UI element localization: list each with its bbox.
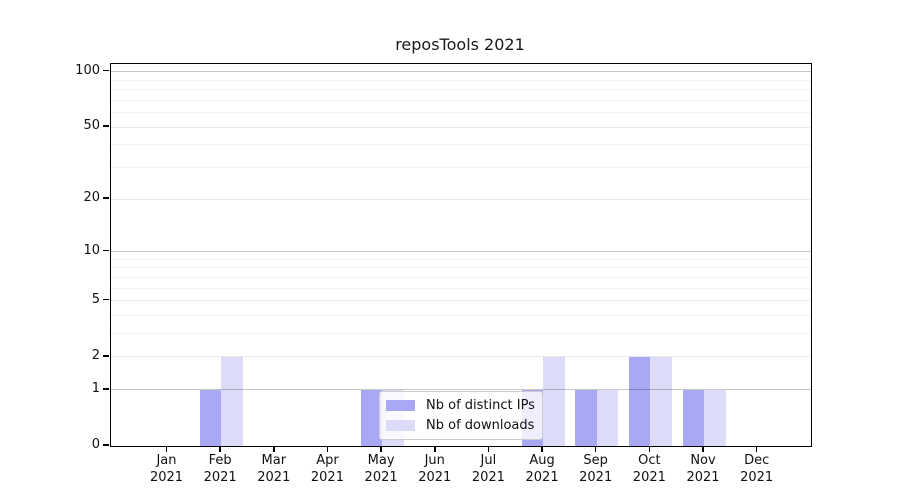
x-tick-year: 2021 [725,470,789,487]
x-tick-mark-apr [327,447,329,452]
y-tick-mark-100 [103,70,109,72]
bar-feb-distinct-ips [200,390,222,446]
bar-nov-downloads [704,390,726,446]
gridline-y-10 [111,251,811,252]
bar-aug-downloads [543,357,565,446]
legend-item: Nb of downloads [386,417,534,434]
legend-label: Nb of downloads [426,417,534,434]
x-tick-mark-jan [166,447,168,452]
x-tick-label-dec: Dec2021 [725,453,789,486]
x-tick-mark-oct [649,447,651,452]
y-tick-mark-50 [103,125,109,127]
y-tick-mark-0 [103,444,109,446]
gridline-y-100 [111,71,811,72]
major-gridlines-overlay [111,64,811,446]
y-tick-label-5: 5 [0,291,100,309]
chart-title: reposTools 2021 [110,35,810,57]
bar-sep-distinct-ips [575,390,597,446]
legend-item: Nb of distinct IPs [386,397,534,414]
x-tick-mark-mar [273,447,275,452]
y-tick-label-1: 1 [0,380,100,398]
y-tick-label-0: 0 [0,436,100,454]
bar-sep-downloads [597,390,619,446]
bar-oct-downloads [650,357,672,446]
x-tick-mark-dec [756,447,758,452]
chart-canvas: reposTools 2021 0125102050100 Jan2021Feb… [0,0,900,500]
y-tick-mark-20 [103,197,109,199]
legend-swatch-downloads [386,420,415,431]
x-tick-mark-may [380,447,382,452]
x-tick-mark-sep [595,447,597,452]
plot-area [110,63,812,447]
legend: Nb of distinct IPs Nb of downloads [379,391,543,440]
bar-oct-distinct-ips [629,357,651,446]
x-tick-mark-aug [541,447,543,452]
legend-swatch-distinct-ips [386,400,415,411]
x-tick-mark-nov [702,447,704,452]
y-tick-label-50: 50 [0,117,100,135]
y-tick-label-100: 100 [0,62,100,80]
bar-nov-distinct-ips [683,390,705,446]
bar-feb-downloads [221,357,243,446]
legend-label: Nb of distinct IPs [426,397,535,414]
x-tick-mark-feb [219,447,221,452]
y-tick-mark-2 [103,355,109,357]
y-tick-mark-10 [103,250,109,252]
y-tick-label-2: 2 [0,347,100,365]
x-tick-mark-jun [434,447,436,452]
x-tick-month: Dec [725,453,789,470]
y-tick-label-20: 20 [0,189,100,207]
y-tick-mark-1 [103,388,109,390]
x-tick-mark-jul [488,447,490,452]
y-tick-label-10: 10 [0,242,100,260]
y-tick-mark-5 [103,299,109,301]
